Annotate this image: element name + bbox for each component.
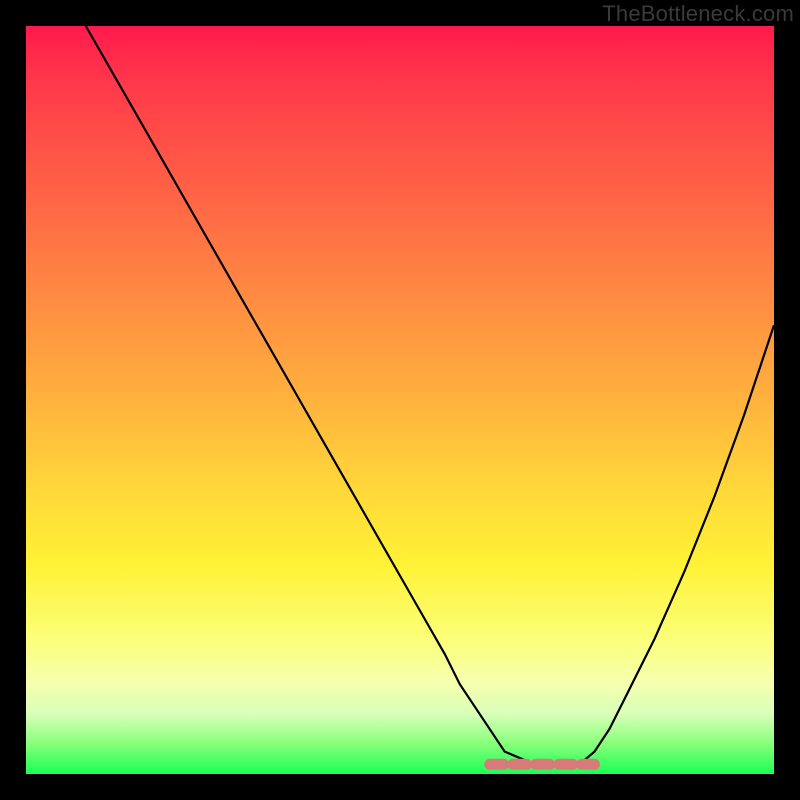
bottleneck-curve (86, 26, 774, 765)
curve-svg (26, 26, 774, 774)
watermark-text: TheBottleneck.com (602, 1, 794, 27)
chart-frame: TheBottleneck.com (0, 0, 800, 800)
plot-area (26, 26, 774, 774)
